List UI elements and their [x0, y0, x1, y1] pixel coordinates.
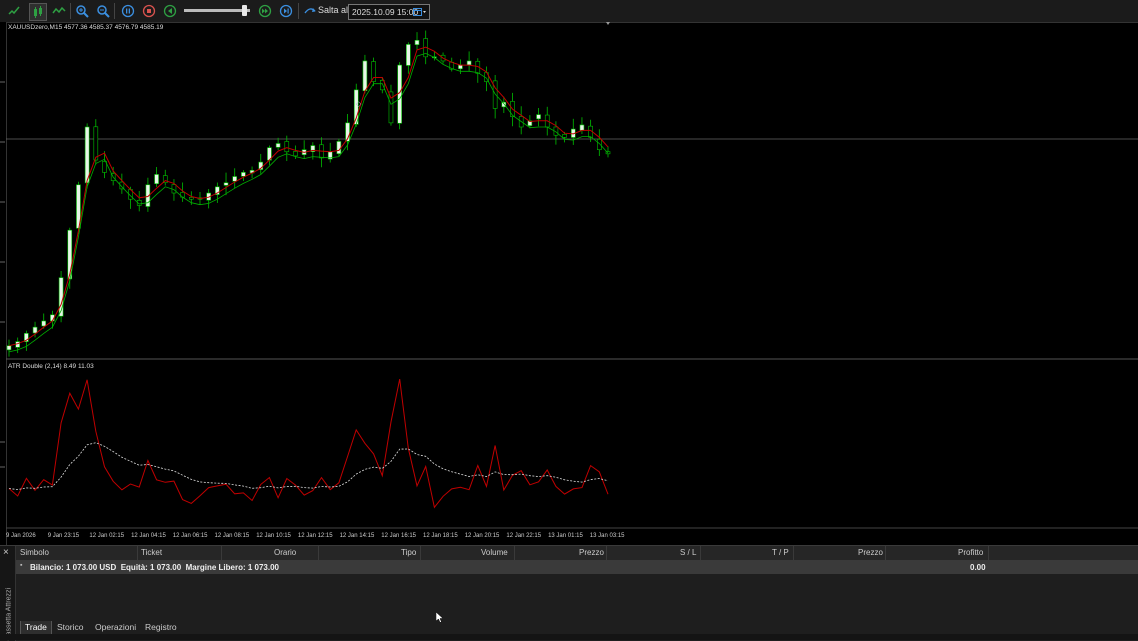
- chart-shift-marker[interactable]: [606, 22, 610, 25]
- price-ma-line: [8, 46, 609, 347]
- balance-bullet-icon: ▪: [20, 562, 23, 569]
- pause-icon[interactable]: [120, 3, 136, 19]
- time-tick-label: 12 Jan 12:15: [298, 533, 333, 539]
- col-tp[interactable]: T / P: [772, 548, 789, 557]
- terminal-side-label: Cassetta Attrezzi: [5, 587, 13, 641]
- candle-body: [275, 143, 281, 148]
- candle-body: [223, 182, 229, 186]
- candle-body: [241, 172, 246, 177]
- terminal-column-header: Simbolo Ticket Orario Tipo Volume Prezzo…: [16, 546, 1138, 561]
- time-tick-label: 12 Jan 16:15: [381, 533, 416, 539]
- goto-arrow-icon[interactable]: [302, 3, 318, 19]
- col-volume[interactable]: Volume: [481, 548, 508, 557]
- candles-group: [6, 30, 611, 357]
- zoom-out-icon[interactable]: [95, 3, 111, 19]
- tab-trade[interactable]: Trade: [20, 621, 52, 635]
- time-tick-label: 12 Jan 22:15: [506, 533, 541, 539]
- time-tick-label: 13 Jan 01:15: [548, 533, 583, 539]
- trade-marker-icon: ◇: [356, 101, 362, 108]
- chart-toolbar: Salta al 2025.10.09 15:00: [0, 0, 1138, 23]
- terminal-tabs: Trade Storico Operazioni Registro: [16, 621, 1138, 635]
- time-tick-label: 12 Jan 08:15: [215, 533, 250, 539]
- speed-slider-track[interactable]: [184, 9, 250, 12]
- calendar-icon[interactable]: [413, 7, 427, 19]
- candle-body: [388, 91, 394, 124]
- goto-date-value: 2025.10.09 15:00: [352, 7, 419, 17]
- status-bar: [0, 634, 1138, 640]
- col-ticket[interactable]: Ticket: [141, 548, 162, 557]
- candle-body: [93, 126, 99, 161]
- candle-body: [406, 44, 411, 66]
- col-type[interactable]: Tipo: [401, 548, 416, 557]
- price-envelope-line: [8, 52, 609, 353]
- main-chart-label: XAUUSDzero,M15 4577.36 4585.37 4576.79 4…: [8, 24, 164, 31]
- col-time[interactable]: Orario: [274, 548, 296, 557]
- time-tick-label: 12 Jan 20:15: [465, 533, 500, 539]
- time-tick-label: 12 Jan 14:15: [340, 533, 375, 539]
- indicator-label: ATR Double (2,14) 8.49 11.03: [8, 363, 94, 370]
- time-tick-label: 12 Jan 04:15: [131, 533, 166, 539]
- balance-row[interactable]: ▪ Bilancio: 1 073.00 USD Equità: 1 073.0…: [16, 561, 1138, 574]
- balance-text: Bilancio: 1 073.00 USD Equità: 1 073.00 …: [30, 563, 279, 572]
- time-tick-label: 13 Jan 03:15: [590, 533, 625, 539]
- candle-body: [562, 134, 567, 138]
- chart-area[interactable]: XAUUSDzero,M15 4577.36 4585.37 4576.79 4…: [6, 22, 1138, 545]
- mouse-cursor-icon: [435, 610, 444, 628]
- col-price[interactable]: Prezzo: [579, 548, 604, 557]
- fast-forward-icon[interactable]: [257, 3, 273, 19]
- time-tick-label: 9 Jan 2026: [6, 533, 36, 539]
- goto-label: Salta al: [318, 5, 349, 15]
- time-tick-label: 12 Jan 02:15: [89, 533, 124, 539]
- col-sl[interactable]: S / L: [680, 548, 696, 557]
- candle-body: [336, 141, 342, 154]
- candle-body: [371, 61, 376, 82]
- time-tick-label: 9 Jan 23:15: [48, 533, 80, 539]
- candle-body: [466, 60, 472, 66]
- candle-body: [6, 345, 12, 351]
- candle-body: [32, 326, 38, 334]
- tab-history[interactable]: Storico: [53, 621, 87, 634]
- candle-body: [189, 197, 194, 200]
- candle-body: [284, 141, 290, 153]
- step-back-icon[interactable]: [162, 3, 178, 19]
- candle-body: [154, 174, 159, 185]
- time-tick-label: 12 Jan 18:15: [423, 533, 458, 539]
- candle-body: [41, 320, 47, 327]
- terminal-panel: × Cassetta Attrezzi Simbolo Ticket Orari…: [0, 545, 1138, 641]
- bar-chart-icon[interactable]: [51, 3, 67, 19]
- skip-to-end-icon[interactable]: [278, 3, 294, 19]
- speed-slider-thumb[interactable]: [242, 5, 247, 16]
- stop-icon[interactable]: [141, 3, 157, 19]
- candle-body: [414, 40, 420, 45]
- candle-body: [536, 114, 541, 120]
- candle-body: [362, 60, 368, 92]
- tab-log[interactable]: Registro: [141, 621, 181, 634]
- candle-body: [579, 124, 585, 131]
- atr-slow-line: [8, 442, 609, 491]
- candle-chart-icon[interactable]: [29, 3, 47, 21]
- candle-body: [293, 151, 298, 157]
- candle-body: [232, 176, 238, 182]
- col-symbol[interactable]: Simbolo: [20, 548, 49, 557]
- col-current-price[interactable]: Prezzo: [858, 548, 883, 557]
- candle-body: [458, 64, 463, 70]
- candle-body: [397, 64, 402, 124]
- tab-operations[interactable]: Operazioni: [91, 621, 140, 634]
- candle-body: [84, 126, 90, 184]
- time-tick-label: 12 Jan 10:15: [256, 533, 291, 539]
- goto-date-input[interactable]: 2025.10.09 15:00: [348, 4, 430, 20]
- zoom-in-icon[interactable]: [74, 3, 90, 19]
- time-tick-label: 12 Jan 06:15: [173, 533, 208, 539]
- terminal-side-bar: × Cassetta Attrezzi: [0, 546, 16, 641]
- time-axis: 9 Jan 2026 9 Jan 23:15 12 Jan 02:15 12 Jan …: [6, 533, 625, 539]
- terminal-close-button[interactable]: ×: [3, 547, 9, 558]
- line-chart-icon[interactable]: [6, 3, 22, 19]
- col-profit[interactable]: Profitto: [958, 548, 983, 557]
- balance-profit: 0.00: [970, 563, 986, 572]
